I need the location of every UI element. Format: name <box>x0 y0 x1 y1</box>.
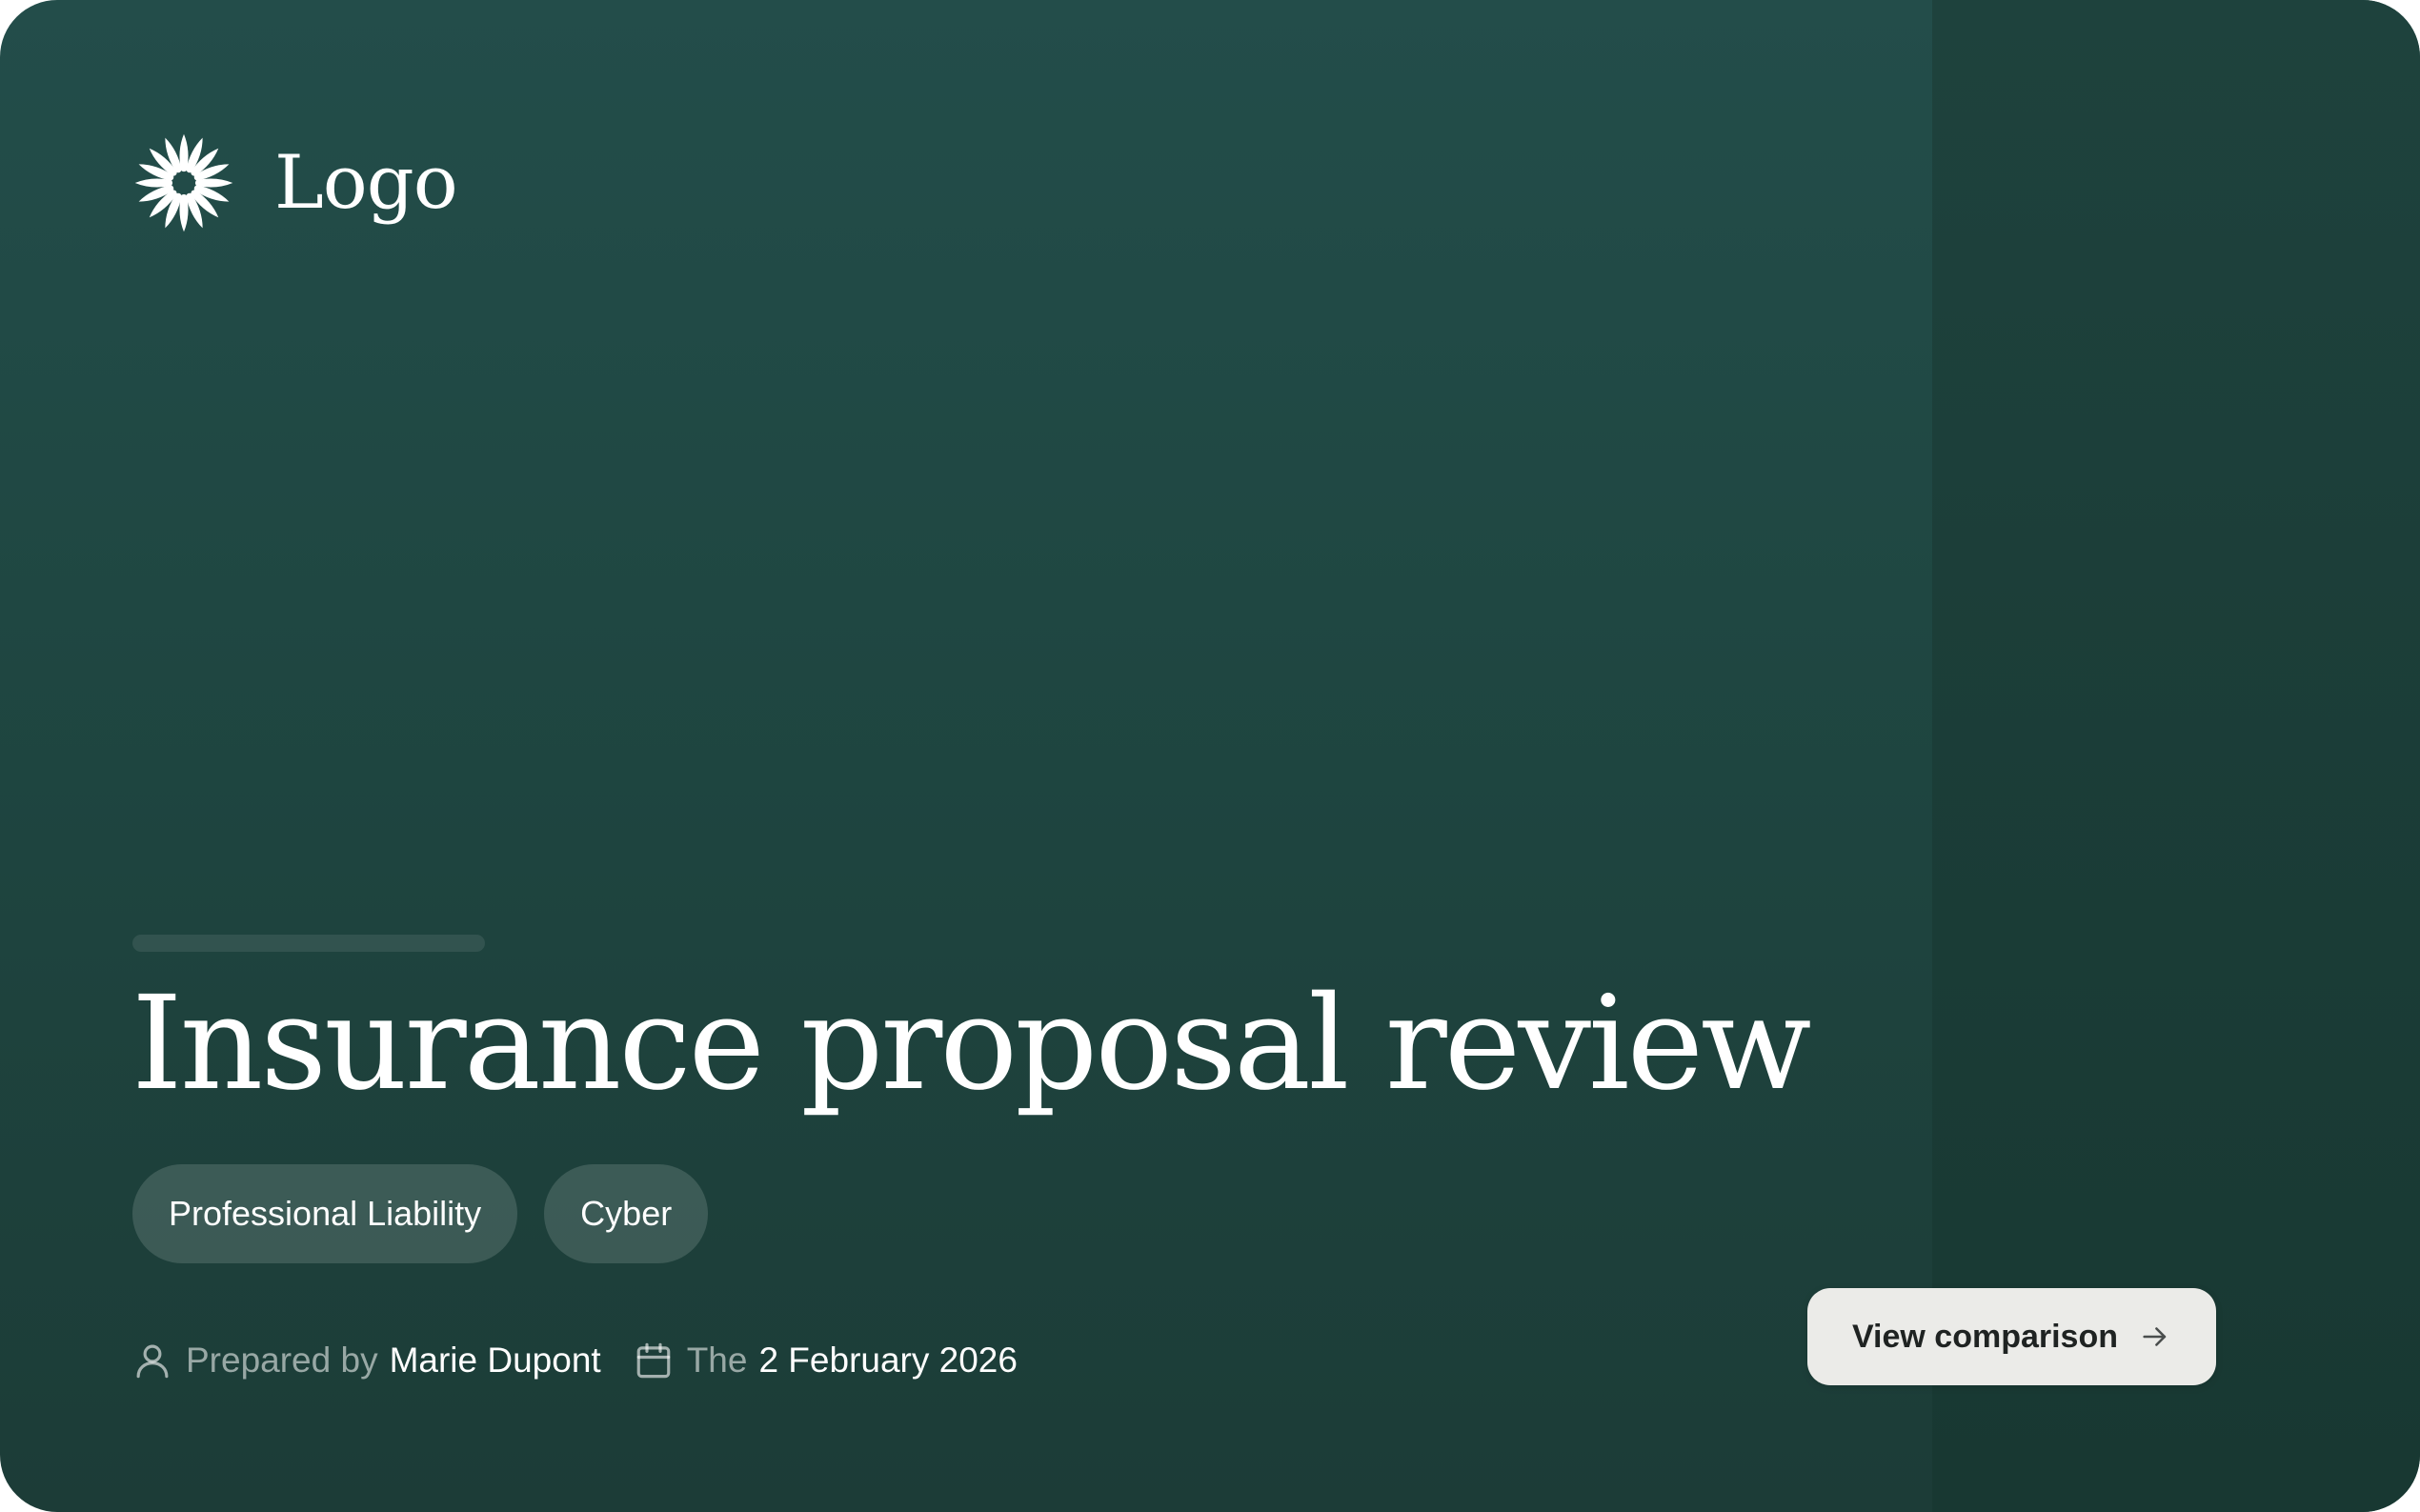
view-comparison-label: View comparison <box>1851 1318 2119 1355</box>
prepared-by-name: Marie Dupont <box>389 1341 601 1380</box>
date-value: 2 February 2026 <box>758 1341 1018 1380</box>
page-title: Insurance proposal review <box>131 969 1811 1119</box>
view-comparison-button[interactable]: View comparison <box>1807 1288 2216 1385</box>
prepared-by: Prepared by Marie Dupont <box>132 1341 601 1381</box>
logo-petal <box>179 193 189 232</box>
prepared-by-label: Prepared by <box>186 1341 378 1380</box>
tag-professional-liability: Professional Liability <box>132 1164 518 1263</box>
logo: Logo <box>130 129 458 237</box>
date-label: The <box>686 1341 748 1380</box>
user-icon <box>136 1344 169 1379</box>
tag-cyber: Cyber <box>544 1164 709 1263</box>
logo-petal <box>194 178 233 188</box>
arrow-right-icon <box>2143 1327 2167 1346</box>
calendar-icon <box>636 1342 671 1379</box>
tag-list: Professional Liability Cyber <box>132 1164 709 1263</box>
side-panel <box>1932 0 2420 1512</box>
logo-text: Logo <box>274 140 458 226</box>
proposal-cover-card: Logo Insurance proposal review Professio… <box>0 0 2420 1512</box>
sunburst-logo-icon <box>134 133 233 232</box>
logo-petal <box>179 133 189 172</box>
proposal-date: The 2 February 2026 <box>634 1341 1018 1381</box>
logo-petal <box>134 178 173 188</box>
title-accent-bar <box>132 935 485 952</box>
meta-info: Prepared by Marie Dupont The 2 February … <box>132 1332 1018 1389</box>
